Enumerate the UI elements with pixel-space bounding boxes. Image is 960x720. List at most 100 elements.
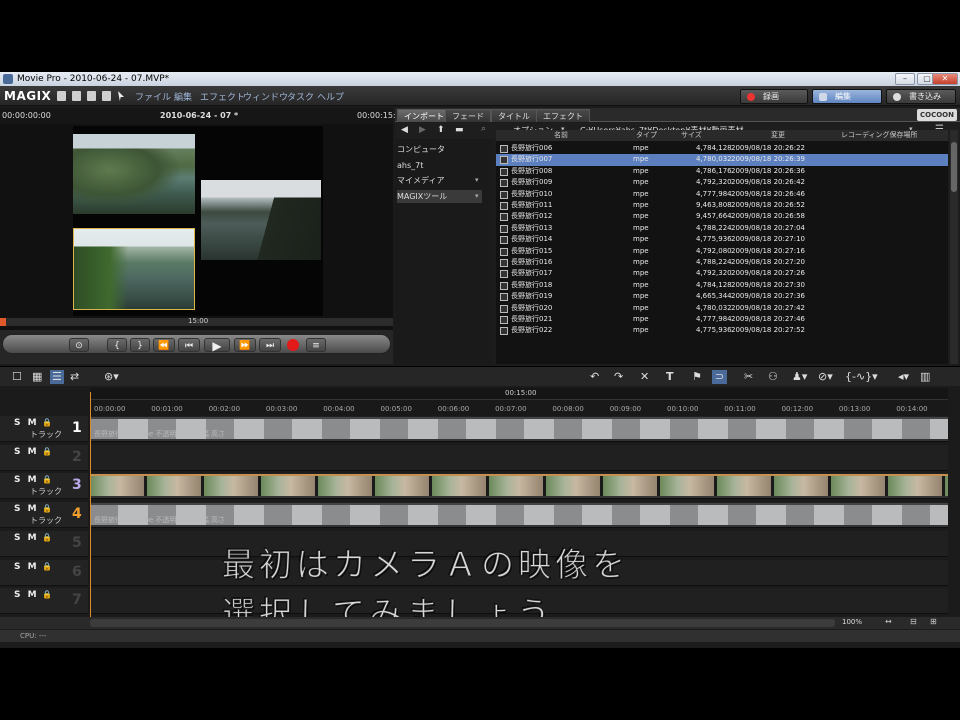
file-scrollbar[interactable] xyxy=(950,130,958,364)
camera-b-preview[interactable] xyxy=(201,180,321,260)
timeline-view-icon[interactable]: ☰ xyxy=(50,370,64,384)
video-clip[interactable] xyxy=(90,474,948,499)
new-file-icon[interactable] xyxy=(57,91,66,101)
scene-view-icon[interactable]: ▦ xyxy=(32,370,42,384)
lock-icon[interactable]: 🔒 xyxy=(42,590,52,599)
title-icon[interactable]: T xyxy=(666,370,674,384)
sidebar-item-user[interactable]: ahs_7t xyxy=(397,159,482,172)
menu-file[interactable]: ファイル xyxy=(135,90,171,103)
file-row[interactable]: 長野旅行011 mpe 9,463,808 2009/08/18 20:26:52 xyxy=(496,200,948,211)
lock-icon[interactable]: 🔒 xyxy=(42,418,52,427)
zoom-in-icon[interactable]: ⊞ xyxy=(930,617,937,626)
sidebar-item-magix-tools[interactable]: MAGIXツール xyxy=(397,190,482,203)
file-row[interactable]: 長野旅行015 mpe 4,792,080 2009/08/18 20:27:16 xyxy=(496,246,948,257)
track-header[interactable]: S M 🔒 トラック 4 xyxy=(0,502,88,529)
zoom-fit-icon[interactable]: ↔ xyxy=(885,617,892,626)
menu-window[interactable]: ウィンドウ xyxy=(243,90,288,103)
record-icon[interactable] xyxy=(287,339,299,351)
open-file-icon[interactable] xyxy=(72,91,81,101)
solo-mute-buttons[interactable]: S M xyxy=(14,562,39,572)
marker-icon[interactable]: ⚑ xyxy=(692,370,702,384)
solo-mute-buttons[interactable]: S M xyxy=(14,533,39,543)
out-point-button[interactable]: } xyxy=(130,338,150,352)
mixer-icon[interactable]: ▥ xyxy=(920,370,930,384)
menu-tasks[interactable]: タスク xyxy=(287,90,314,103)
horizontal-scrollbar[interactable] xyxy=(90,619,835,627)
lock-icon[interactable]: 🔒 xyxy=(42,447,52,456)
lock-icon[interactable]: 🔒 xyxy=(42,504,52,513)
video-preview[interactable] xyxy=(73,126,323,316)
chevron-down-icon[interactable]: ▾ xyxy=(475,192,479,200)
track-header[interactable]: S M 🔒 トラック 3 xyxy=(0,473,88,500)
mode-edit-button[interactable]: 編集 xyxy=(812,89,882,104)
go-start-button[interactable]: ⏮ xyxy=(178,338,200,352)
menu-icon[interactable]: ≡ xyxy=(306,338,326,352)
delete-icon[interactable]: ✕ xyxy=(640,370,649,384)
file-row[interactable]: 長野旅行014 mpe 4,775,936 2009/08/18 20:27:10 xyxy=(496,234,948,245)
cut-icon[interactable]: ✂ xyxy=(744,370,753,384)
tab-fade[interactable]: フェード xyxy=(445,109,491,122)
track-lane[interactable] xyxy=(90,444,948,471)
sidebar-item-computer[interactable]: コンピュータ xyxy=(397,143,482,156)
track-lane[interactable] xyxy=(90,473,948,500)
playhead[interactable] xyxy=(90,392,91,622)
track-header[interactable]: S M 🔒 2 xyxy=(0,444,88,471)
file-row[interactable]: 長野旅行009 mpe 4,792,320 2009/08/18 20:26:42 xyxy=(496,177,948,188)
file-row[interactable]: 長野旅行018 mpe 4,784,128 2009/08/18 20:27:30 xyxy=(496,280,948,291)
file-row[interactable]: 長野旅行006 mpe 4,784,128 2009/08/18 20:26:22 xyxy=(496,143,948,154)
menu-edit[interactable]: 編集 xyxy=(174,90,192,103)
lock-icon[interactable]: 🔒 xyxy=(42,562,52,571)
track-header[interactable]: S M 🔒 7 xyxy=(0,588,88,615)
sidebar-item-my-media[interactable]: マイメディア xyxy=(397,174,482,187)
prev-marker-button[interactable]: ⏪ xyxy=(153,338,175,352)
tab-title[interactable]: タイトル xyxy=(491,109,537,122)
multicam-view-icon[interactable]: ⇄ xyxy=(70,370,79,384)
loop-icon[interactable]: ⊃ xyxy=(712,370,728,384)
save-icon[interactable] xyxy=(87,91,96,101)
close-button[interactable]: ✕ xyxy=(932,73,958,85)
col-recording-location[interactable]: レコーディング保存場所 xyxy=(841,130,918,141)
mode-record-button[interactable]: 録画 xyxy=(740,89,808,104)
up-folder-icon[interactable]: ⬆ xyxy=(437,125,445,135)
curve-icon[interactable]: {-∿}▾ xyxy=(845,370,878,384)
lock-icon[interactable]: 🔒 xyxy=(42,475,52,484)
track-header[interactable]: S M 🔒 5 xyxy=(0,530,88,557)
forward-icon[interactable]: ▶ xyxy=(419,125,426,135)
zoom-out-icon[interactable]: ⊟ xyxy=(910,617,917,626)
menu-help[interactable]: ヘルプ xyxy=(317,90,344,103)
col-size[interactable]: サイズ xyxy=(681,130,702,141)
file-row[interactable]: 長野旅行012 mpe 9,457,664 2009/08/18 20:26:58 xyxy=(496,211,948,222)
col-type[interactable]: タイプ xyxy=(636,130,657,141)
file-row[interactable]: 長野旅行017 mpe 4,792,320 2009/08/18 20:27:26 xyxy=(496,268,948,279)
range-bar[interactable]: 00:15:00 xyxy=(90,388,948,400)
file-row[interactable]: 長野旅行019 mpe 4,665,344 2009/08/18 20:27:36 xyxy=(496,291,948,302)
track-lane[interactable]: 長野旅行003.mpe 不透明 不透明 幅 高さ xyxy=(90,416,948,442)
storyboard-icon[interactable]: ☐ xyxy=(12,370,22,384)
file-row[interactable]: 長野旅行007 mpe 4,780,032 2009/08/18 20:26:39 xyxy=(496,154,948,166)
mode-burn-button[interactable]: 書き込み xyxy=(886,89,956,104)
solo-mute-buttons[interactable]: S M xyxy=(14,447,39,457)
effect-icon[interactable]: ♟▾ xyxy=(792,370,807,384)
settings-icon[interactable] xyxy=(102,91,111,101)
file-row[interactable]: 長野旅行016 mpe 4,788,224 2009/08/18 20:27:20 xyxy=(496,257,948,268)
track-lane[interactable]: 長野旅行003.mpe 不透明 不透明 幅 高さ xyxy=(90,502,948,529)
next-marker-button[interactable]: ⏩ xyxy=(234,338,256,352)
solo-mute-buttons[interactable]: S M xyxy=(14,504,39,514)
go-end-button[interactable]: ⏭ xyxy=(259,338,281,352)
mouse-mode-icon[interactable]: ⊛▾ xyxy=(104,370,119,384)
menu-effects[interactable]: エフェクト xyxy=(200,90,245,103)
file-row[interactable]: 長野旅行022 mpe 4,775,936 2009/08/18 20:27:52 xyxy=(496,325,948,336)
link-icon[interactable]: ⚇ xyxy=(768,370,778,384)
solo-mute-buttons[interactable]: S M xyxy=(14,418,39,428)
position-marker[interactable] xyxy=(0,318,6,326)
camera-c-preview[interactable] xyxy=(73,228,195,310)
solo-mute-buttons[interactable]: S M xyxy=(14,475,39,485)
track-header[interactable]: S M 🔒 トラック 1 xyxy=(0,416,88,442)
lock-icon[interactable]: 🔒 xyxy=(42,533,52,542)
timeline-ruler[interactable]: 00:15:00 00:00:00 00:01:00 00:02:00 00:03:0… xyxy=(90,388,948,416)
file-row[interactable]: 長野旅行008 mpe 4,786,176 2009/08/18 20:26:36 xyxy=(496,166,948,177)
play-button[interactable]: ▶ xyxy=(204,338,230,353)
tab-effects[interactable]: エフェクト xyxy=(536,109,590,122)
search-icon[interactable]: ⌕ xyxy=(481,124,486,134)
solo-mute-buttons[interactable]: S M xyxy=(14,590,39,600)
